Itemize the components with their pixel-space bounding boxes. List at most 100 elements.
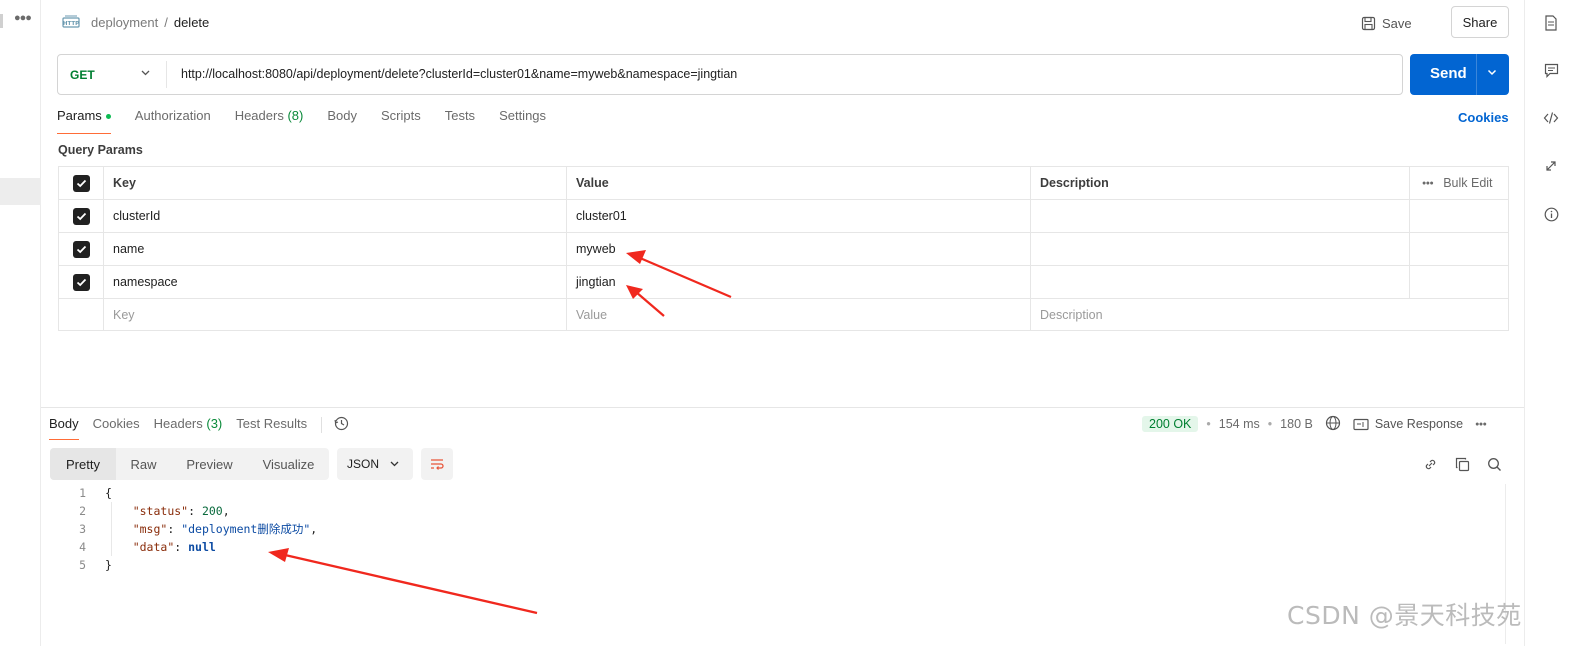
param-key-cell[interactable]: namespace [104, 266, 567, 298]
code-text: { [105, 486, 112, 500]
url-input[interactable]: http://localhost:8080/api/deployment/del… [181, 67, 737, 81]
history-icon[interactable] [334, 416, 349, 440]
more-options-icon[interactable]: ●●● [14, 12, 32, 24]
checkbox-checked-icon [72, 174, 90, 192]
save-response-button[interactable]: Save Response [1353, 417, 1463, 431]
code-text: } [105, 558, 112, 572]
svg-text:HTTP: HTTP [63, 21, 79, 27]
tab-params[interactable]: Params [57, 108, 111, 134]
more-options-icon[interactable]: ●●● [1475, 421, 1487, 428]
response-status-area: 200 OK • 154 ms • 180 B Save Response ●●… [1142, 415, 1487, 434]
format-select[interactable]: JSON [337, 448, 413, 480]
param-description-cell[interactable] [1031, 200, 1410, 232]
response-body-editor[interactable]: 1{ 2 "status": 200, 3 "msg": "deployment… [60, 484, 317, 574]
tab-scripts-label: Scripts [380, 108, 421, 123]
tab-tests-label: Tests [444, 108, 476, 123]
save-button[interactable]: Save [1361, 12, 1412, 34]
tab-test-results[interactable]: Test Results [236, 416, 307, 440]
param-key-cell[interactable]: clusterId [104, 200, 567, 232]
json-colon: : [167, 522, 182, 536]
new-key-input[interactable]: Key [104, 299, 567, 331]
param-value-cell[interactable]: jingtian [567, 266, 1031, 298]
bullet-separator: • [1206, 417, 1211, 431]
value-column-header: Value [567, 167, 1031, 199]
param-value-cell[interactable]: cluster01 [567, 200, 1031, 232]
tab-params-label: Params [57, 108, 102, 123]
row-checkbox[interactable] [59, 233, 104, 265]
param-key-cell[interactable]: name [104, 233, 567, 265]
tab-response-cookies[interactable]: Cookies [93, 416, 140, 440]
param-value-cell[interactable]: myweb [567, 233, 1031, 265]
method-label: GET [70, 67, 95, 82]
code-line: 3 "msg": "deployment删除成功", [60, 520, 317, 538]
status-badge[interactable]: 200 OK [1142, 416, 1199, 432]
response-size[interactable]: 180 B [1280, 417, 1313, 431]
tab-headers[interactable]: Headers (8) [235, 108, 304, 134]
link-icon[interactable] [1421, 455, 1439, 473]
comments-icon[interactable] [1540, 59, 1562, 81]
tab-response-body[interactable]: Body [49, 416, 79, 440]
breadcrumb-current[interactable]: delete [174, 15, 209, 30]
breadcrumb-separator: / [164, 15, 168, 30]
response-time[interactable]: 154 ms [1219, 417, 1260, 431]
line-number: 5 [79, 558, 86, 572]
code-line: 1{ [60, 484, 317, 502]
documentation-icon[interactable] [1540, 12, 1562, 34]
table-row: name myweb [59, 233, 1508, 266]
send-options-chevron-icon[interactable] [1486, 66, 1498, 81]
url-bar: GET http://localhost:8080/api/deployment… [57, 54, 1403, 95]
globe-icon[interactable] [1325, 415, 1341, 434]
json-key: "status" [132, 504, 189, 518]
param-description-cell[interactable] [1031, 266, 1410, 298]
line-number: 1 [79, 486, 86, 500]
select-all-checkbox[interactable] [59, 167, 104, 199]
view-visualize[interactable]: Visualize [248, 448, 329, 480]
request-tabs: Params Authorization Headers (8) Body Sc… [57, 108, 570, 134]
copy-icon[interactable] [1453, 455, 1471, 473]
selected-sidebar-row[interactable] [0, 178, 41, 205]
new-value-input[interactable]: Value [567, 299, 1031, 331]
view-raw[interactable]: Raw [116, 448, 171, 480]
tab-response-headers[interactable]: Headers (3) [154, 416, 223, 440]
info-icon[interactable] [1540, 203, 1562, 225]
json-comma: , [310, 522, 318, 536]
row-checkbox[interactable] [59, 200, 104, 232]
http-request-icon: HTTP [62, 15, 80, 28]
code-snippet-icon[interactable] [1540, 107, 1562, 129]
request-header: HTTP deployment / delete Save Share [41, 0, 1524, 46]
bulk-edit-button[interactable]: ●●● Bulk Edit [1410, 167, 1508, 199]
row-checkbox[interactable] [59, 266, 104, 298]
tab-authorization[interactable]: Authorization [135, 108, 211, 134]
tab-tests[interactable]: Tests [445, 108, 475, 134]
pane-divider[interactable] [41, 407, 1524, 408]
related-collections-icon[interactable] [1540, 155, 1562, 177]
wrap-lines-icon[interactable] [421, 448, 453, 480]
share-button[interactable]: Share [1451, 6, 1509, 38]
json-value: 200 [201, 504, 223, 518]
bullet-separator: • [1267, 417, 1273, 431]
tab-settings-label: Settings [499, 108, 547, 123]
checkbox-checked-icon [72, 240, 90, 258]
search-icon[interactable] [1485, 455, 1503, 473]
cookies-link[interactable]: Cookies [1458, 110, 1509, 125]
method-select[interactable]: GET [58, 55, 166, 94]
watermark: CSDN @景天科技苑 [1287, 601, 1522, 630]
json-colon: : [174, 540, 189, 554]
tab-body[interactable]: Body [327, 108, 357, 134]
tab-settings[interactable]: Settings [499, 108, 546, 134]
key-column-header: Key [104, 167, 567, 199]
send-button[interactable]: Send [1410, 54, 1509, 95]
json-comma: , [222, 504, 230, 518]
breadcrumb-parent[interactable]: deployment [91, 15, 158, 30]
view-preview[interactable]: Preview [171, 448, 248, 480]
new-description-input[interactable]: Description [1031, 299, 1508, 331]
more-options-icon[interactable]: ●●● [1422, 180, 1434, 187]
param-description-cell[interactable] [1031, 233, 1410, 265]
tab-response-headers-label: Headers [153, 416, 203, 431]
tabs-divider [321, 417, 323, 433]
code-line: 5} [60, 556, 317, 574]
view-pretty[interactable]: Pretty [50, 448, 116, 480]
table-row: namespace jingtian [59, 266, 1508, 299]
tab-scripts[interactable]: Scripts [381, 108, 421, 134]
save-response-label: Save Response [1374, 417, 1464, 431]
